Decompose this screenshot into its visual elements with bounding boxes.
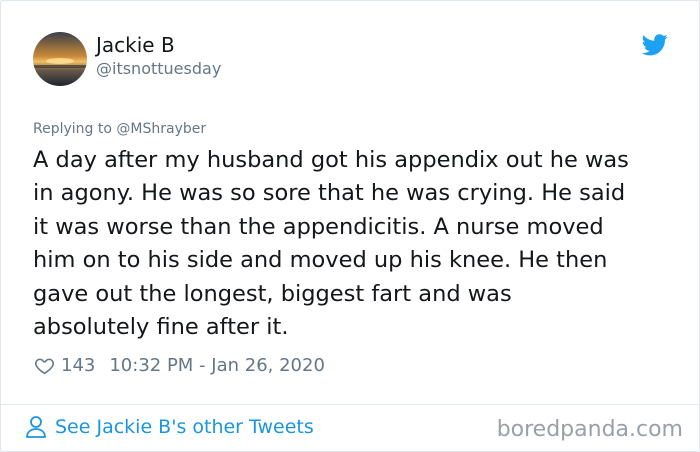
heart-icon[interactable]: [34, 355, 55, 376]
see-other-tweets-label: See Jackie B's other Tweets: [55, 416, 314, 438]
divider: [1, 404, 699, 405]
boredpanda-watermark: boredpanda.com: [496, 417, 683, 442]
tweet-meta: 143 10:32 PM - Jan 26, 2020: [34, 352, 325, 378]
author-handle[interactable]: @itsnottuesday: [96, 59, 221, 78]
author-name[interactable]: Jackie B: [96, 33, 175, 57]
tweet-card: Jackie B @itsnottuesday Replying to @MSh…: [0, 0, 700, 452]
sunset-avatar-icon: [33, 32, 87, 86]
replying-prefix: Replying to: [33, 121, 117, 137]
replying-to: Replying to @MShrayber: [33, 121, 206, 137]
person-icon: [26, 416, 46, 438]
tweet-timestamp[interactable]: 10:32 PM - Jan 26, 2020: [109, 355, 325, 376]
twitter-bird-icon[interactable]: [642, 34, 668, 56]
reply-target-link[interactable]: @MShrayber: [116, 121, 206, 137]
see-other-tweets-link[interactable]: See Jackie B's other Tweets: [25, 415, 314, 439]
tweet-text: A day after my husband got his appendix …: [33, 147, 629, 341]
like-count[interactable]: 143: [61, 355, 95, 376]
avatar[interactable]: [33, 32, 87, 86]
